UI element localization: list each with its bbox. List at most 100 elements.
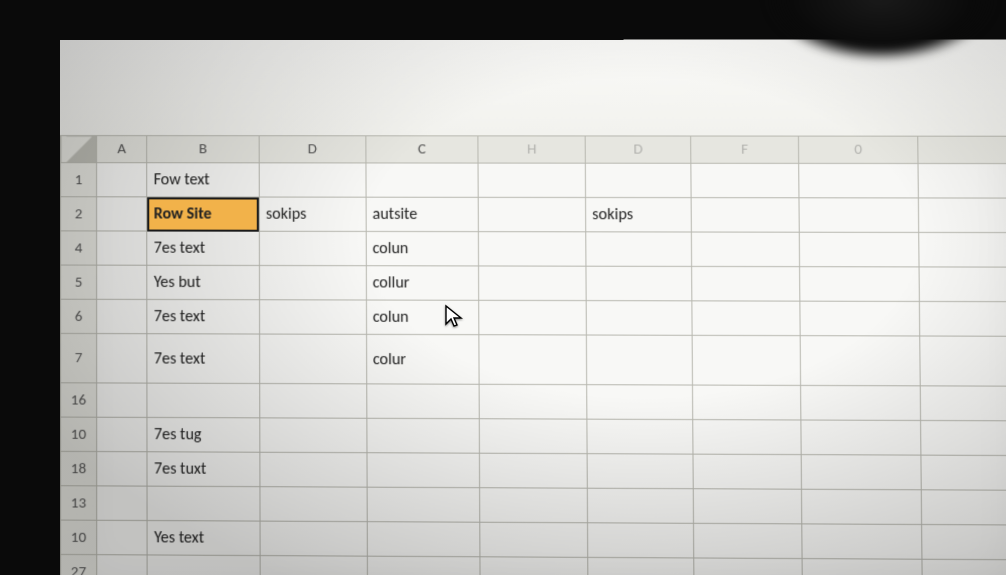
cell-B-6[interactable]: 7es text bbox=[147, 299, 259, 334]
row-header-7[interactable]: 7 bbox=[61, 333, 97, 382]
column-header-0[interactable]: 0 bbox=[798, 136, 918, 163]
cell-F-5[interactable] bbox=[692, 266, 800, 301]
cell-H-7[interactable] bbox=[479, 335, 587, 385]
cell-C-6[interactable]: colun bbox=[366, 300, 479, 335]
cell-F-1[interactable] bbox=[691, 163, 799, 198]
cell-D-6[interactable] bbox=[586, 301, 692, 336]
cell-0-5[interactable] bbox=[799, 267, 920, 302]
cell-C-7[interactable]: colur bbox=[366, 334, 479, 384]
cell--5[interactable] bbox=[919, 267, 1006, 302]
column-header-C[interactable]: C bbox=[366, 136, 479, 163]
cell-F-16[interactable] bbox=[693, 385, 801, 420]
cell-H-18[interactable] bbox=[480, 453, 588, 488]
cell-A-18[interactable] bbox=[97, 452, 148, 487]
cell-D-27[interactable] bbox=[260, 556, 367, 575]
cell-D-1[interactable] bbox=[585, 163, 691, 197]
cell-A-7[interactable] bbox=[97, 334, 148, 384]
cell-D-13[interactable] bbox=[587, 488, 693, 523]
column-header-D[interactable]: D bbox=[585, 136, 691, 163]
cell-A-1[interactable] bbox=[96, 163, 147, 197]
cell-0-10[interactable] bbox=[800, 420, 921, 455]
cell-D-10[interactable] bbox=[588, 523, 694, 558]
cell-A-6[interactable] bbox=[96, 299, 147, 333]
cell-H-6[interactable] bbox=[479, 300, 587, 335]
cell-D-5[interactable] bbox=[259, 265, 366, 300]
cell-B-4[interactable]: 7es text bbox=[147, 231, 259, 265]
cell-D-16[interactable] bbox=[260, 383, 367, 418]
row-header-6[interactable]: 6 bbox=[61, 299, 97, 333]
cell-F-2[interactable] bbox=[691, 198, 799, 233]
cell-F-13[interactable] bbox=[693, 489, 801, 524]
cell-D-7[interactable] bbox=[260, 334, 367, 384]
row-header-10[interactable]: 10 bbox=[61, 417, 97, 451]
cell-F-4[interactable] bbox=[691, 232, 799, 267]
cell-C-10[interactable] bbox=[367, 522, 480, 557]
cell-D-2[interactable]: sokips bbox=[259, 197, 366, 231]
cell-C-2[interactable]: autsite bbox=[366, 197, 479, 231]
cell-H-1[interactable] bbox=[478, 163, 585, 197]
cell-H-2[interactable] bbox=[478, 197, 585, 231]
spreadsheet-grid[interactable]: ABDCHDF0 1Fow text2Row Sitesokipsautsite… bbox=[60, 135, 1006, 575]
row-header-1[interactable]: 1 bbox=[61, 163, 97, 197]
cell-F-6[interactable] bbox=[692, 301, 800, 336]
cell-D-18[interactable] bbox=[260, 452, 367, 487]
cell-F-10[interactable] bbox=[694, 523, 802, 558]
column-header-A[interactable]: A bbox=[96, 136, 147, 163]
cell-C-27[interactable] bbox=[367, 556, 480, 575]
cell--27[interactable] bbox=[922, 559, 1006, 575]
cell-H-10[interactable] bbox=[479, 419, 587, 454]
cell-B-10[interactable]: Yes text bbox=[147, 521, 260, 556]
cell-D-10[interactable] bbox=[260, 418, 367, 453]
cell-D-7[interactable] bbox=[586, 335, 692, 385]
cell-A-10[interactable] bbox=[97, 417, 148, 452]
cell-0-18[interactable] bbox=[801, 455, 922, 490]
cell-0-10[interactable] bbox=[801, 524, 922, 559]
cell-C-5[interactable]: collur bbox=[366, 266, 479, 301]
cell-A-2[interactable] bbox=[96, 197, 147, 231]
cell-H-5[interactable] bbox=[479, 266, 587, 301]
row-header-5[interactable]: 5 bbox=[61, 265, 97, 299]
cell--10[interactable] bbox=[921, 420, 1006, 455]
cell-B-7[interactable]: 7es text bbox=[147, 334, 259, 384]
cell-0-1[interactable] bbox=[798, 163, 918, 198]
cell-B-16[interactable] bbox=[147, 383, 259, 418]
cell--18[interactable] bbox=[921, 455, 1006, 490]
cell-B-27[interactable] bbox=[147, 555, 260, 575]
cell-D-10[interactable] bbox=[260, 521, 367, 556]
cell--7[interactable] bbox=[920, 336, 1006, 386]
cell-B-1[interactable]: Fow text bbox=[147, 163, 259, 197]
cell-H-13[interactable] bbox=[480, 488, 588, 523]
column-header-blank[interactable] bbox=[918, 136, 1006, 163]
row-header-10[interactable]: 10 bbox=[61, 520, 97, 555]
column-header-F[interactable]: F bbox=[691, 136, 799, 163]
cell--2[interactable] bbox=[919, 198, 1006, 233]
cell--16[interactable] bbox=[921, 386, 1006, 421]
cell-0-4[interactable] bbox=[799, 232, 920, 267]
cell-A-10[interactable] bbox=[97, 520, 148, 555]
cell-C-18[interactable] bbox=[367, 453, 480, 488]
cell--6[interactable] bbox=[920, 301, 1006, 336]
cell-A-16[interactable] bbox=[97, 383, 148, 417]
cell-D-18[interactable] bbox=[587, 454, 693, 489]
cell--1[interactable] bbox=[918, 163, 1006, 198]
cell-C-16[interactable] bbox=[366, 384, 479, 419]
cell-0-7[interactable] bbox=[800, 336, 921, 386]
column-header-D[interactable]: D bbox=[259, 136, 366, 163]
cell--10[interactable] bbox=[922, 524, 1006, 559]
cell-0-2[interactable] bbox=[799, 198, 919, 233]
select-all-corner[interactable] bbox=[61, 136, 97, 163]
cell--13[interactable] bbox=[922, 490, 1006, 525]
cell-D-16[interactable] bbox=[587, 385, 693, 420]
cell-F-10[interactable] bbox=[693, 420, 801, 455]
cell-A-13[interactable] bbox=[97, 486, 148, 521]
cell-C-10[interactable] bbox=[367, 418, 480, 453]
column-header-H[interactable]: H bbox=[478, 136, 585, 163]
cell-D-10[interactable] bbox=[587, 419, 693, 454]
cell--4[interactable] bbox=[919, 232, 1006, 267]
cell-C-1[interactable] bbox=[366, 163, 479, 197]
cell-D-4[interactable] bbox=[586, 232, 692, 267]
cell-C-4[interactable]: colun bbox=[366, 231, 479, 266]
cell-D-6[interactable] bbox=[260, 300, 367, 335]
row-header-18[interactable]: 18 bbox=[61, 451, 97, 486]
cell-0-6[interactable] bbox=[799, 301, 920, 336]
